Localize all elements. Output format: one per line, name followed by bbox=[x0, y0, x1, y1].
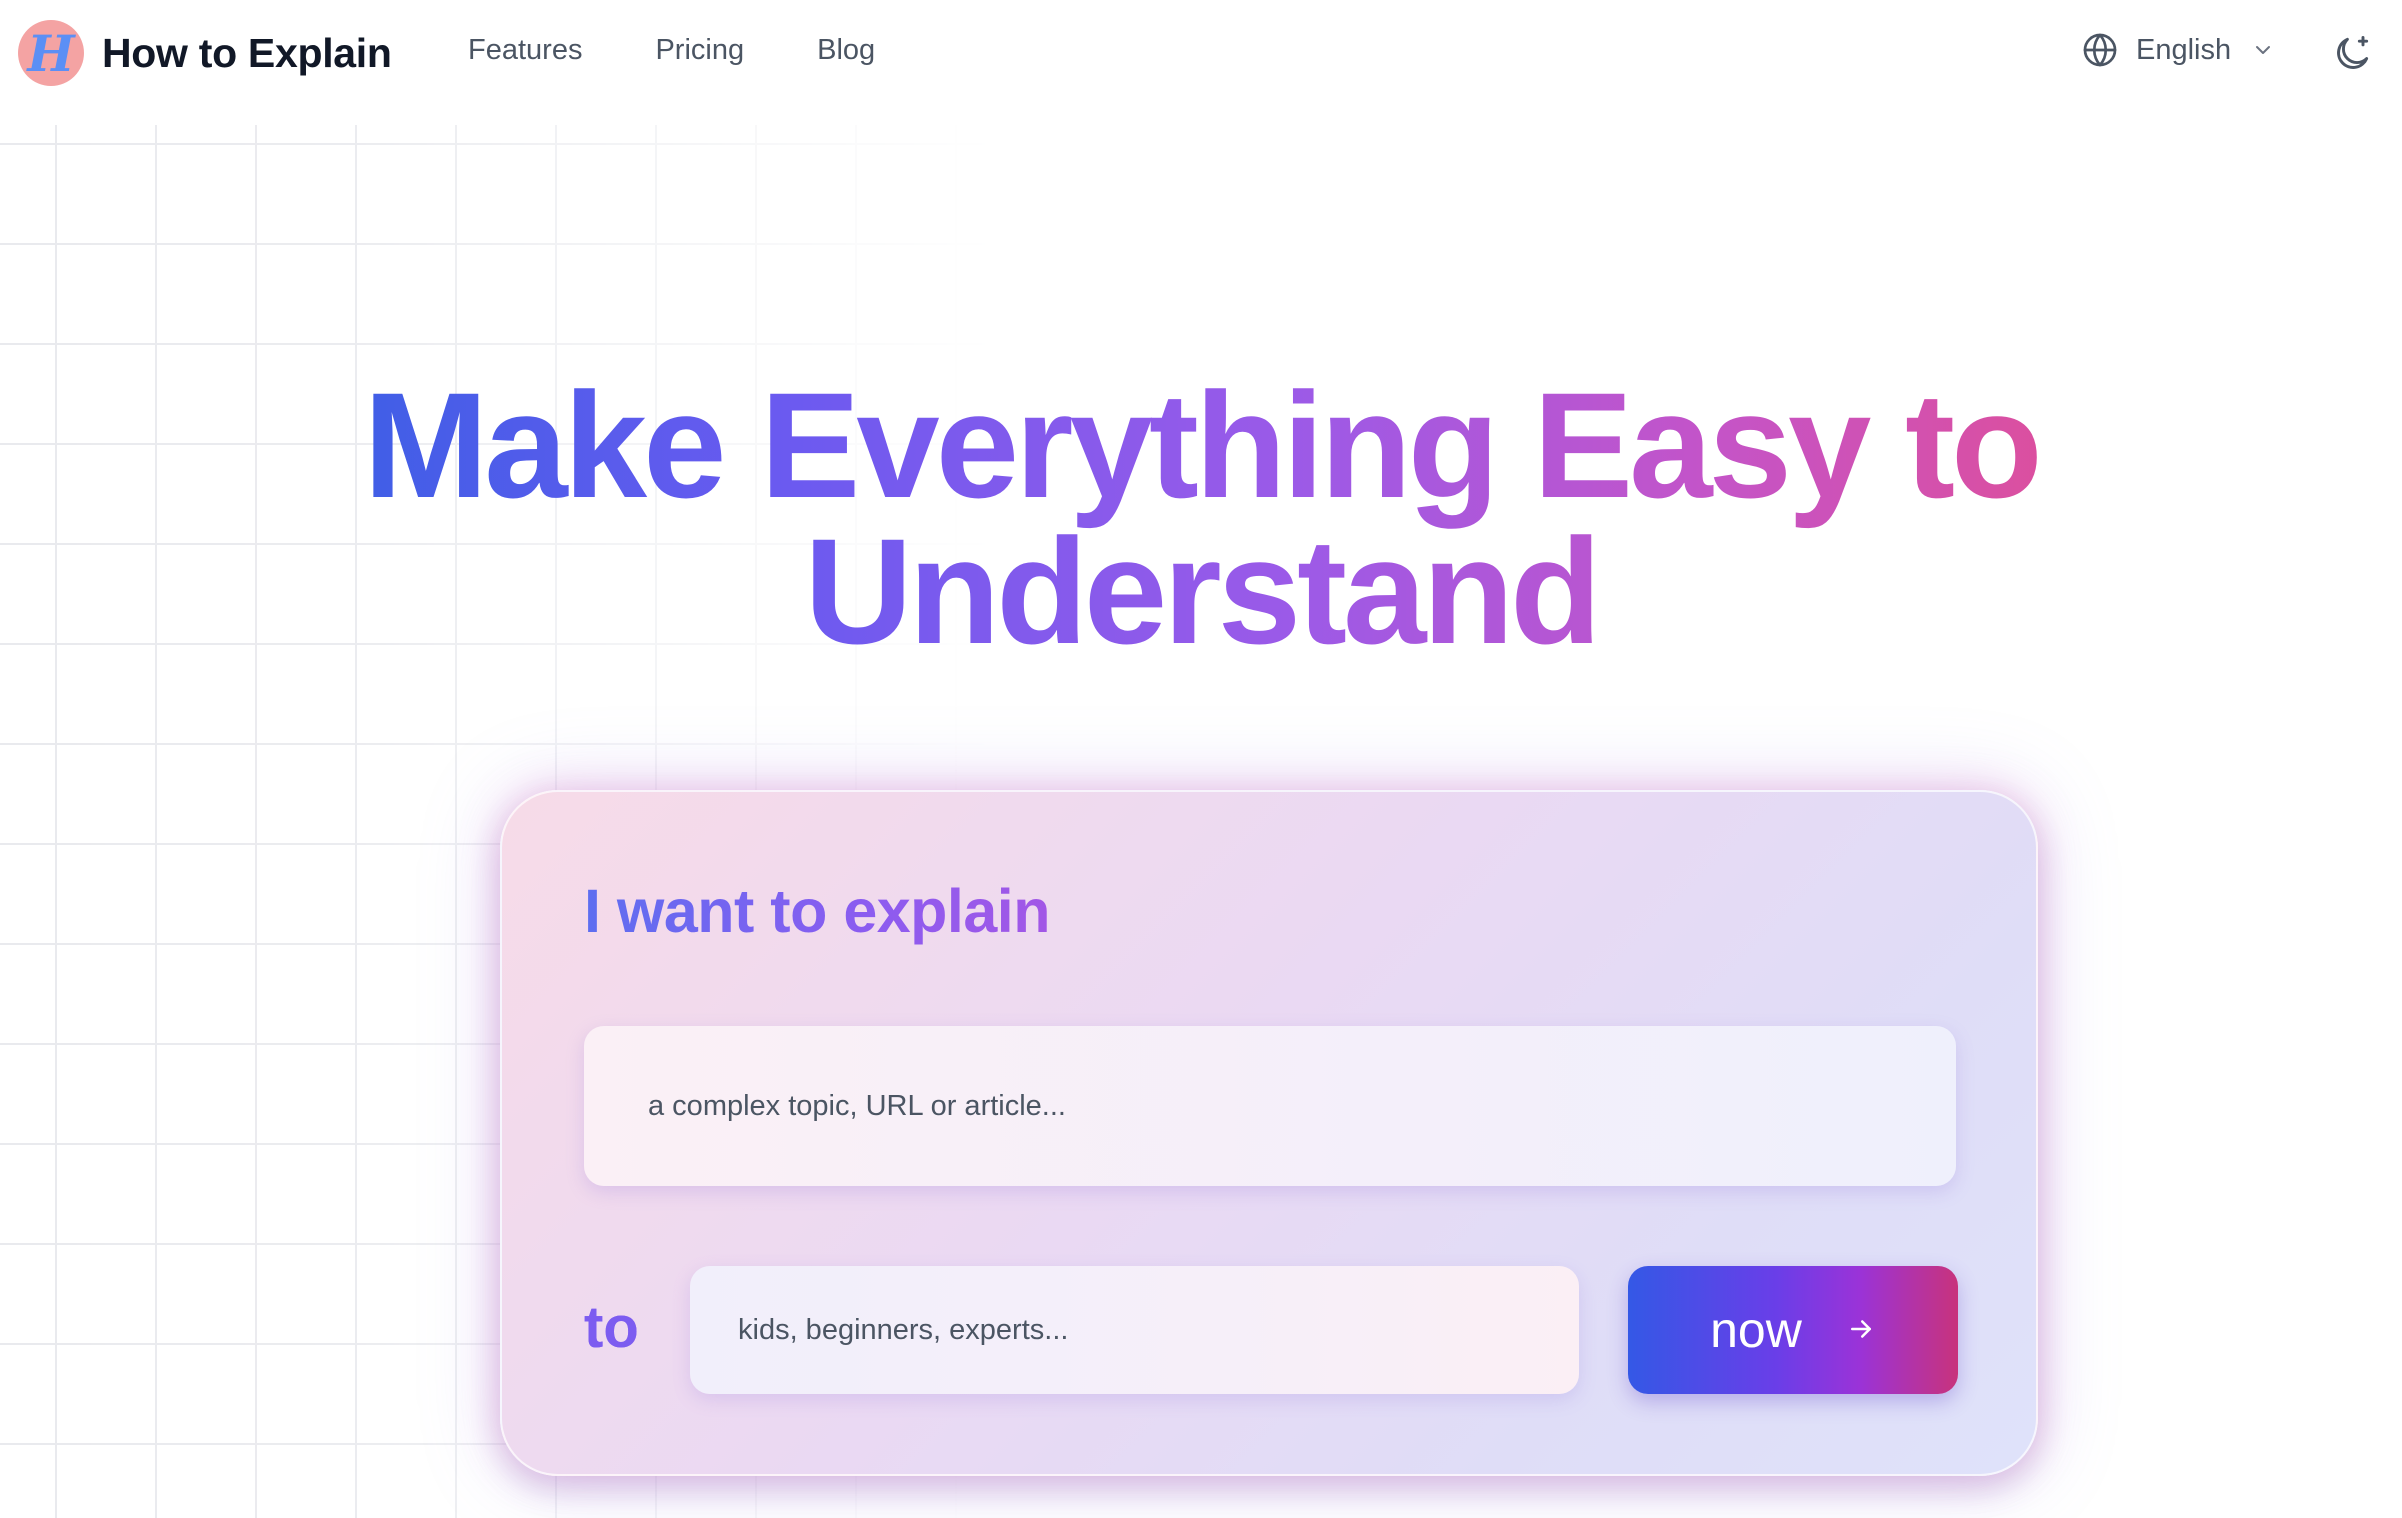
page: H How to Explain Features Pricing Blog E… bbox=[0, 0, 2402, 1518]
audience-input[interactable] bbox=[690, 1266, 1579, 1394]
now-button[interactable]: now bbox=[1628, 1266, 1958, 1394]
hero: Make Everything Easy to Understand bbox=[0, 372, 2402, 664]
site-header: H How to Explain Features Pricing Blog E… bbox=[0, 0, 2402, 108]
theme-toggle-button[interactable] bbox=[2330, 32, 2374, 81]
globe-icon bbox=[2082, 32, 2118, 68]
nav-blog[interactable]: Blog bbox=[817, 34, 875, 67]
brand-logo: H bbox=[18, 20, 84, 86]
language-selector[interactable]: English bbox=[2082, 32, 2275, 68]
moon-sparkle-icon bbox=[2330, 36, 2374, 80]
nav-features[interactable]: Features bbox=[468, 34, 582, 67]
brand-name: How to Explain bbox=[102, 29, 392, 76]
now-button-label: now bbox=[1710, 1302, 1802, 1358]
hero-title-line1: Make Everything Easy to bbox=[363, 361, 2039, 529]
nav-pricing[interactable]: Pricing bbox=[655, 34, 744, 67]
hero-title-line2: Understand bbox=[804, 507, 1598, 675]
topic-input[interactable] bbox=[584, 1026, 1956, 1186]
main-nav: Features Pricing Blog bbox=[468, 34, 948, 67]
form-title: I want to explain bbox=[584, 877, 1051, 945]
arrow-right-icon bbox=[1846, 1314, 1876, 1347]
to-label: to bbox=[584, 1295, 639, 1360]
hero-title: Make Everything Easy to Understand bbox=[351, 372, 2051, 664]
explain-form-card: I want to explain to now bbox=[500, 790, 2038, 1476]
chevron-down-icon bbox=[2251, 38, 2275, 62]
language-label: English bbox=[2136, 33, 2232, 66]
brand-link[interactable]: H How to Explain bbox=[18, 20, 392, 86]
